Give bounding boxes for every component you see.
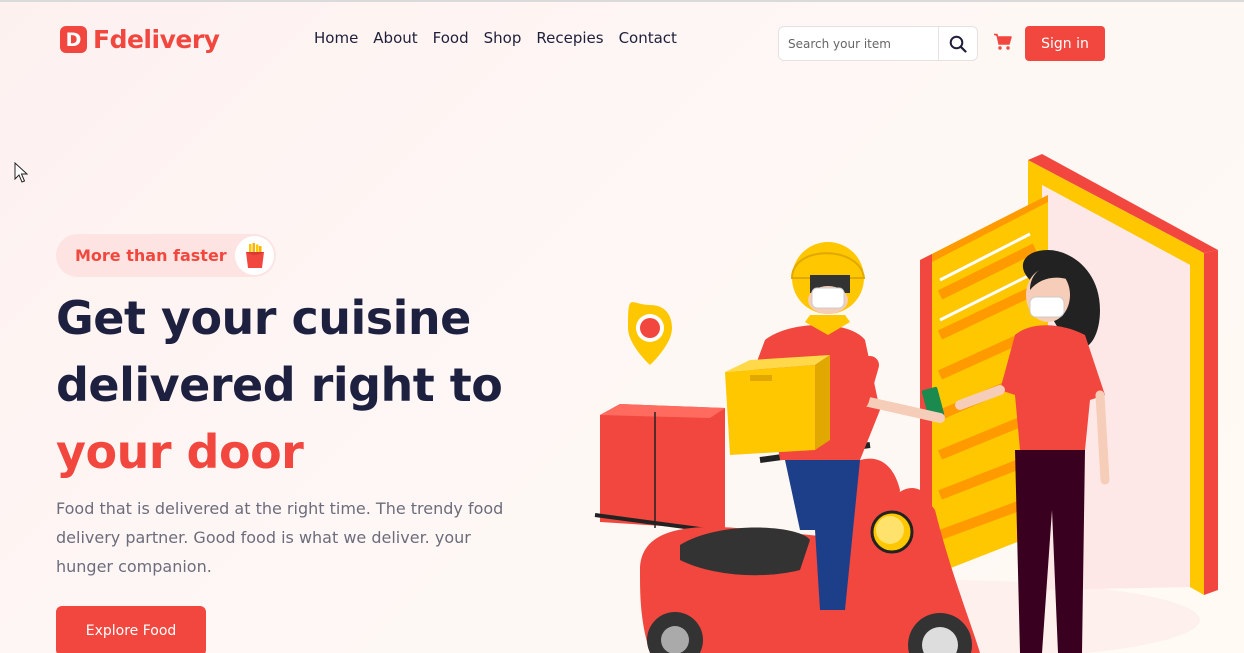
nav-contact[interactable]: Contact [619,29,677,47]
headline-line-1: Get your cuisine [56,291,471,345]
sign-in-button[interactable]: Sign in [1025,26,1105,61]
brand-logo[interactable]: D Fdelivery [60,25,220,54]
hero-badge: More than faster [56,234,276,277]
nav-food[interactable]: Food [433,29,469,47]
delivery-box-icon [725,355,830,455]
fries-icon [245,242,264,268]
logo-mark: D [60,26,87,53]
top-border [0,0,1244,2]
nav-home[interactable]: Home [314,29,358,47]
explore-food-button[interactable]: Explore Food [56,606,206,653]
search-input[interactable] [779,27,939,60]
headline-line-3: your door [56,425,304,479]
hero-headline: Get your cuisine delivered right to your… [56,285,556,486]
search-button[interactable] [938,27,977,60]
logo-text: Fdelivery [93,25,220,54]
nav-about[interactable]: About [373,29,417,47]
nav-recepies[interactable]: Recepies [536,29,603,47]
cart-button[interactable] [992,32,1014,52]
cart-icon [994,33,1012,50]
search-box [778,26,978,61]
location-pin-icon [628,302,672,365]
badge-label: More than faster [75,246,227,265]
hero-description: Food that is delivered at the right time… [56,499,504,576]
badge-icon-wrap [235,236,274,275]
mouse-cursor-icon [14,162,28,183]
main-nav: Home About Food Shop Recepies Contact [314,29,677,47]
headline-line-2: delivered right to [56,358,503,412]
nav-shop[interactable]: Shop [484,29,522,47]
search-icon [949,35,967,53]
delivery-illustration [594,154,1218,653]
